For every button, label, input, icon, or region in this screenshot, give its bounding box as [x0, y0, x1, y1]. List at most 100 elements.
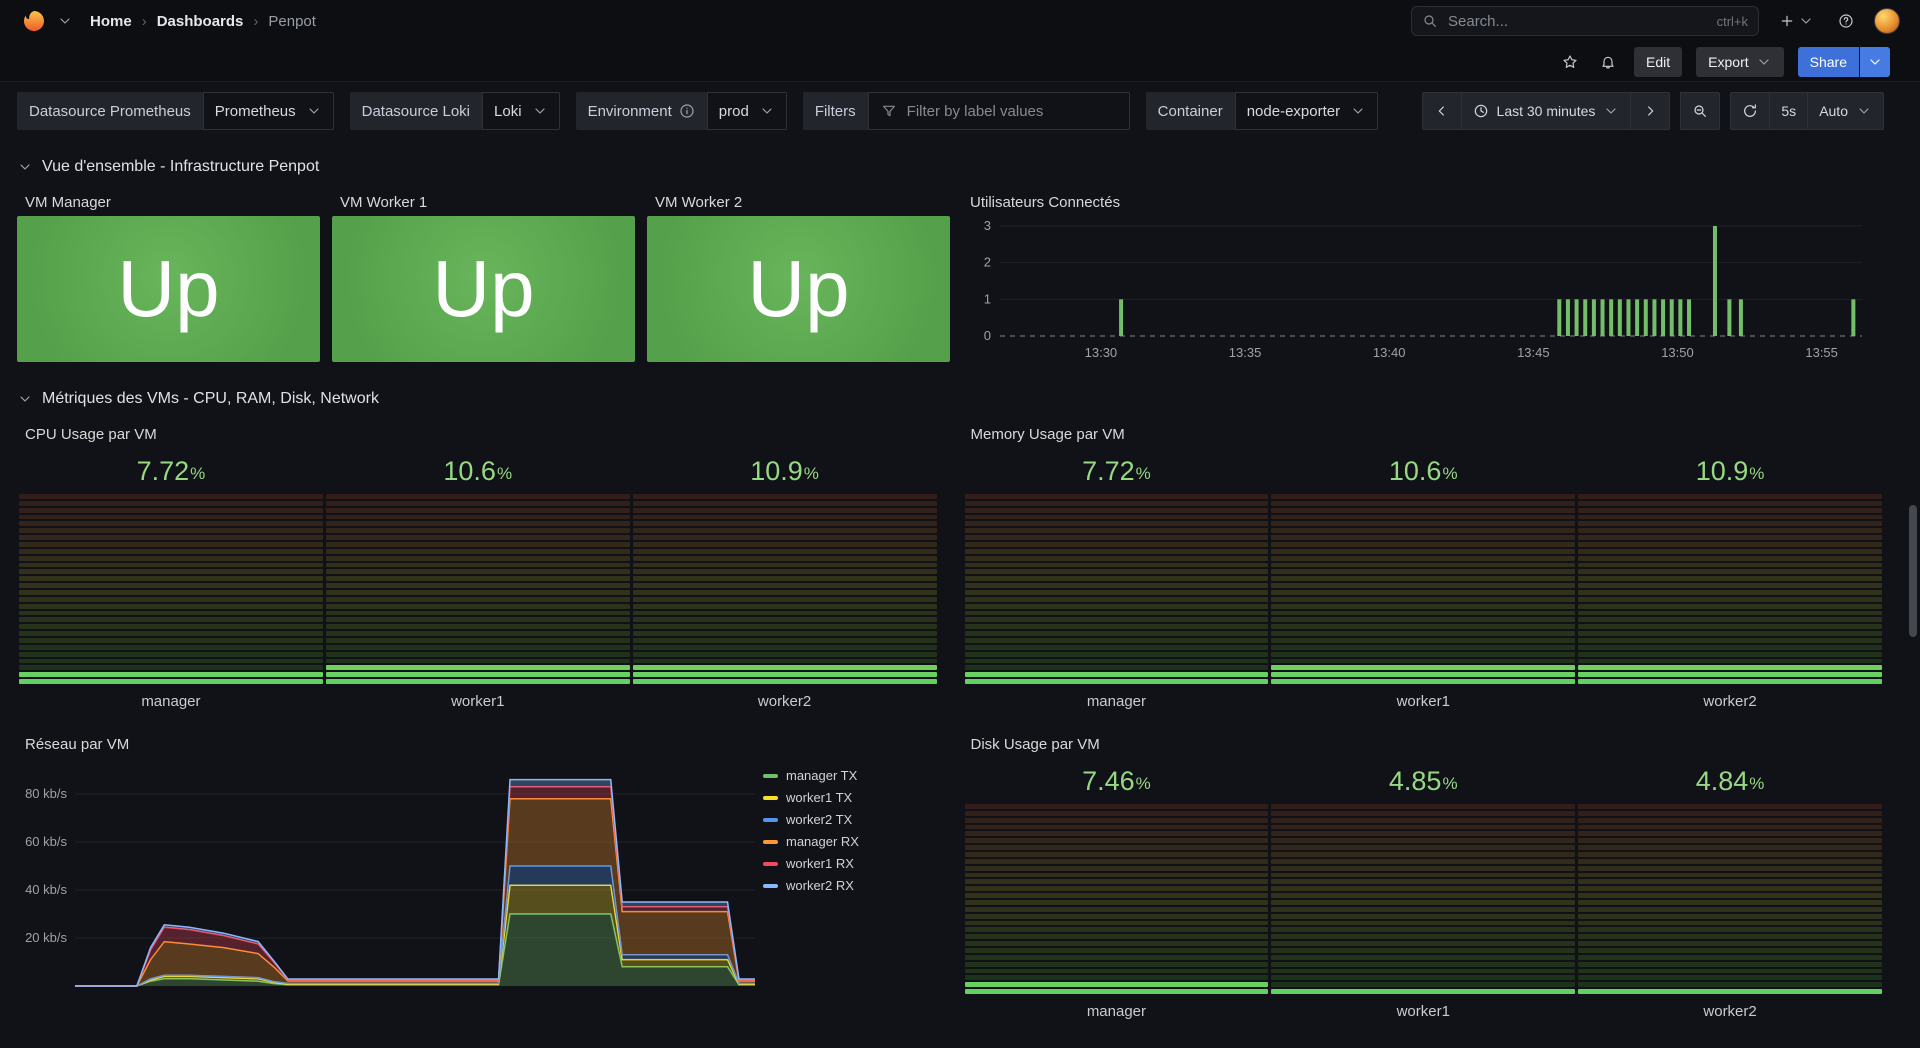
gauge-value: 10.6% [1271, 448, 1575, 494]
panel-title[interactable]: VM Worker 1 [332, 188, 635, 216]
gauge-cell [965, 583, 1269, 588]
auto-label: Auto [1819, 103, 1848, 119]
panel-title[interactable]: Utilisateurs Connectés [962, 188, 1884, 216]
users-bar [1687, 299, 1691, 336]
gauge-cell [1578, 515, 1882, 520]
gauge-cell [965, 982, 1269, 987]
dashboard-toolbar: Edit Export Share [0, 42, 1920, 82]
auto-refresh-dropdown[interactable]: Auto [1808, 92, 1884, 130]
gauge-cell [965, 576, 1269, 581]
search-input[interactable] [1446, 12, 1709, 31]
var-container-value[interactable]: node-exporter [1235, 92, 1378, 130]
gauge-cell [1271, 645, 1575, 650]
gauge-cell [326, 576, 630, 581]
var-datasource-loki-value[interactable]: Loki [482, 92, 560, 130]
var-label-text: Environment [588, 103, 672, 120]
gauge-cell [1578, 521, 1882, 526]
grafana-logo[interactable] [20, 7, 48, 35]
panel-title[interactable]: VM Worker 2 [647, 188, 950, 216]
legend-item[interactable]: worker2 RX [763, 878, 931, 893]
gauge-cell [326, 508, 630, 513]
gauge-cell [326, 659, 630, 664]
var-datasource-prometheus-value[interactable]: Prometheus [203, 92, 334, 130]
time-range-picker[interactable]: Last 30 minutes [1462, 92, 1632, 130]
section-header-vm-metrics[interactable]: Métriques des VMs - CPU, RAM, Disk, Netw… [0, 372, 1920, 420]
gauge-cell [633, 604, 937, 609]
star-dashboard-button[interactable] [1558, 50, 1582, 74]
gauge-cell [1578, 535, 1882, 540]
share-button[interactable]: Share [1798, 47, 1859, 77]
search-box[interactable]: ctrl+k [1411, 6, 1759, 36]
gauge-cell [965, 665, 1269, 670]
refresh-button[interactable] [1730, 92, 1770, 130]
panel-title[interactable]: Réseau par VM [17, 730, 939, 758]
svg-text:60 kb/s: 60 kb/s [25, 834, 67, 849]
panel-title[interactable]: VM Manager [17, 188, 320, 216]
scrollbar-track[interactable] [1906, 0, 1920, 945]
refresh-interval-button[interactable]: 5s [1770, 92, 1808, 130]
time-shift-forward-button[interactable] [1631, 92, 1670, 130]
gauge-cell [633, 535, 937, 540]
svg-text:13:35: 13:35 [1229, 345, 1262, 360]
legend-item[interactable]: manager TX [763, 768, 931, 783]
gauge-cell [1271, 831, 1575, 836]
edit-button[interactable]: Edit [1634, 47, 1682, 77]
var-environment-value[interactable]: prod [707, 92, 787, 130]
svg-text:13:55: 13:55 [1805, 345, 1838, 360]
disk-bargauge: 7.46% manager 4.85% worker1 4.84% worker… [963, 758, 1885, 1020]
gauge-cell [1271, 652, 1575, 657]
export-button[interactable]: Export [1696, 47, 1783, 77]
gauge-cell [19, 659, 323, 664]
breadcrumb-dashboards[interactable]: Dashboards [157, 13, 244, 30]
gauge-cell [1578, 934, 1882, 939]
breadcrumb-home[interactable]: Home [90, 13, 132, 30]
gauge-cell [633, 652, 937, 657]
add-button[interactable] [1775, 9, 1818, 33]
legend-item[interactable]: manager RX [763, 834, 931, 849]
alert-rules-button[interactable] [1596, 50, 1620, 74]
avatar[interactable] [1874, 8, 1900, 34]
share-caret-button[interactable] [1860, 47, 1890, 77]
svg-text:40 kb/s: 40 kb/s [25, 882, 67, 897]
chevron-down-icon [532, 103, 548, 119]
gauge-cell [19, 624, 323, 629]
refresh-icon [1742, 103, 1758, 119]
legend-item[interactable]: worker2 TX [763, 812, 931, 827]
zoom-out-button[interactable] [1680, 92, 1720, 130]
gauge-cell [1578, 804, 1882, 809]
panel-title[interactable]: Memory Usage par VM [963, 420, 1885, 448]
legend-item[interactable]: worker1 TX [763, 790, 931, 805]
section-header-overview[interactable]: Vue d'ensemble - Infrastructure Penpot [0, 140, 1920, 188]
legend-swatch [763, 796, 778, 800]
gauge-cell [633, 624, 937, 629]
gauge-value: 10.9% [1578, 448, 1882, 494]
panel-title[interactable]: Disk Usage par VM [963, 730, 1885, 758]
nav-expand-chevron-icon[interactable] [57, 13, 73, 29]
help-button[interactable] [1834, 9, 1858, 33]
gauge-cell [965, 535, 1269, 540]
gauge-cell [1578, 569, 1882, 574]
info-icon[interactable] [679, 103, 695, 119]
gauge-cell [1578, 672, 1882, 677]
legend-item[interactable]: worker1 RX [763, 856, 931, 871]
gauge-cell [633, 631, 937, 636]
users-bar [1661, 299, 1665, 336]
gauge-cell [1578, 838, 1882, 843]
gauge-cell [633, 638, 937, 643]
gauge-cell [1271, 672, 1575, 677]
scrollbar-thumb[interactable] [1909, 505, 1917, 637]
filter-input-box[interactable] [868, 92, 1130, 130]
var-label: Container [1146, 92, 1235, 130]
gauge-cell [965, 515, 1269, 520]
svg-text:13:50: 13:50 [1661, 345, 1694, 360]
var-value-text: Loki [494, 103, 522, 120]
gauge-cell [1578, 528, 1882, 533]
panel-title[interactable]: CPU Usage par VM [17, 420, 939, 448]
legend-label: worker1 RX [786, 856, 854, 871]
gauge-cell [1271, 569, 1575, 574]
gauge-cell [326, 604, 630, 609]
gauge-cell [965, 934, 1269, 939]
gauge-cell [1578, 879, 1882, 884]
time-shift-back-button[interactable] [1422, 92, 1462, 130]
filter-input[interactable] [905, 102, 1117, 121]
